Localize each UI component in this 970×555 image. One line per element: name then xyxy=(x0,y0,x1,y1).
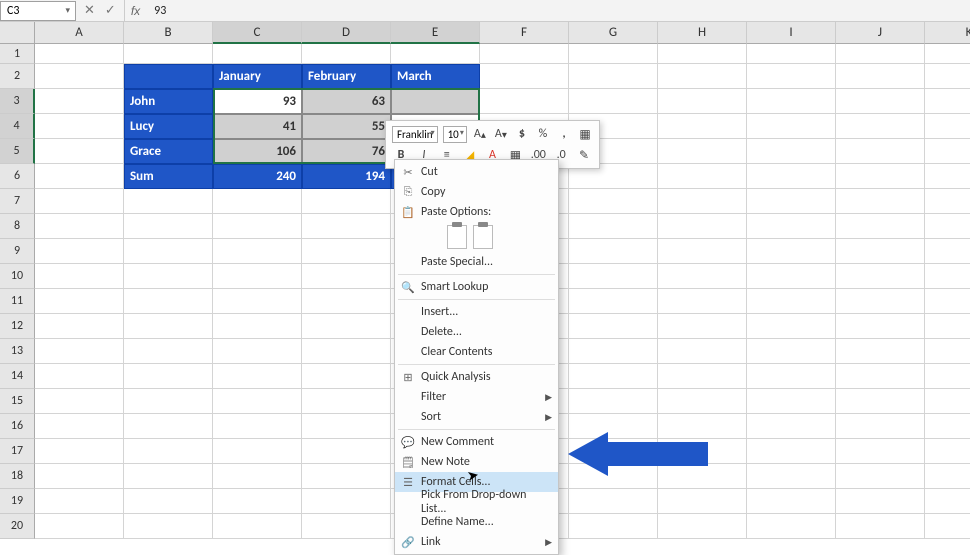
table-cell[interactable]: 93 xyxy=(213,89,302,114)
col-header-A[interactable]: A xyxy=(35,22,124,44)
decrease-font-icon[interactable]: A▾ xyxy=(493,125,509,143)
menu-insert[interactable]: Insert... xyxy=(395,302,558,322)
percent-icon[interactable]: % xyxy=(535,125,551,143)
menu-pick-from-list[interactable]: Pick From Drop-down List... xyxy=(395,492,558,512)
fx-icon[interactable]: fx xyxy=(125,4,146,18)
table-cell[interactable]: February xyxy=(302,64,391,89)
menu-copy[interactable]: ⎘Copy xyxy=(395,182,558,202)
chevron-right-icon: ▶ xyxy=(545,392,552,403)
row-header[interactable]: 2 xyxy=(0,64,35,89)
table-cell[interactable] xyxy=(391,89,480,114)
table-cell[interactable]: 194 xyxy=(302,164,391,189)
table-cell[interactable]: 106 xyxy=(213,139,302,164)
row-header[interactable]: 14 xyxy=(0,364,35,389)
callout-arrow xyxy=(568,432,708,476)
row-header[interactable]: 10 xyxy=(0,264,35,289)
menu-paste-special[interactable]: Paste Special... xyxy=(395,252,558,272)
chevron-right-icon: ▶ xyxy=(545,412,552,423)
table-cell[interactable]: 63 xyxy=(302,89,391,114)
paste-icon[interactable] xyxy=(447,225,467,249)
currency-icon[interactable]: $ xyxy=(514,125,530,143)
menu-define-name[interactable]: Define Name... xyxy=(395,512,558,532)
menu-sort[interactable]: Sort▶ xyxy=(395,407,558,427)
font-size-selector[interactable]: 10 xyxy=(443,126,467,143)
table-cell[interactable]: 55 xyxy=(302,114,391,139)
table-cell[interactable]: Sum xyxy=(124,164,213,189)
row-header[interactable]: 6 xyxy=(0,164,35,189)
menu-paste-options-label: 📋Paste Options: xyxy=(395,202,558,222)
note-icon: 🗒 xyxy=(400,456,416,469)
menu-quick-analysis[interactable]: ⊞Quick Analysis xyxy=(395,367,558,387)
formula-bar: C3 ✕ ✓ fx 93 xyxy=(0,0,970,22)
col-header-F[interactable]: F xyxy=(480,22,569,44)
menu-clear-contents[interactable]: Clear Contents xyxy=(395,342,558,362)
row-header[interactable]: 11 xyxy=(0,289,35,314)
menu-link[interactable]: 🔗Link▶ xyxy=(395,532,558,552)
row-header[interactable]: 4 xyxy=(0,114,35,139)
col-header-J[interactable]: J xyxy=(836,22,925,44)
formula-buttons: ✕ ✓ xyxy=(76,0,125,21)
row-header[interactable]: 15 xyxy=(0,389,35,414)
row-header[interactable]: 18 xyxy=(0,464,35,489)
context-menu: ✂Cut ⎘Copy 📋Paste Options: Paste Special… xyxy=(394,159,559,555)
table-cell[interactable]: Lucy xyxy=(124,114,213,139)
row-header[interactable]: 9 xyxy=(0,239,35,264)
row-header[interactable]: 19 xyxy=(0,489,35,514)
link-icon: 🔗 xyxy=(400,536,416,549)
row-header[interactable]: 12 xyxy=(0,314,35,339)
menu-cut[interactable]: ✂Cut xyxy=(395,162,558,182)
row-header[interactable]: 13 xyxy=(0,339,35,364)
row-header[interactable]: 3 xyxy=(0,89,35,114)
menu-paste-options[interactable] xyxy=(395,222,558,252)
row-header[interactable]: 1 xyxy=(0,44,35,64)
col-header-G[interactable]: G xyxy=(569,22,658,44)
format-painter-icon[interactable]: ✎ xyxy=(575,146,593,164)
increase-font-icon[interactable]: A▴ xyxy=(472,125,488,143)
table-cell[interactable]: January xyxy=(213,64,302,89)
font-selector[interactable]: Franklin xyxy=(392,126,438,143)
row-header[interactable]: 17 xyxy=(0,439,35,464)
format-icon: ☰ xyxy=(400,476,416,489)
menu-new-note[interactable]: 🗒New Note xyxy=(395,452,558,472)
table-cell[interactable]: Grace xyxy=(124,139,213,164)
row-header[interactable]: 8 xyxy=(0,214,35,239)
search-icon: 🔍 xyxy=(400,281,416,294)
table-cell[interactable]: 41 xyxy=(213,114,302,139)
row-header[interactable]: 20 xyxy=(0,514,35,539)
formula-input[interactable]: 93 xyxy=(146,2,970,20)
menu-smart-lookup[interactable]: 🔍Smart Lookup xyxy=(395,277,558,297)
select-all-corner[interactable] xyxy=(0,22,35,44)
row-header[interactable]: 7 xyxy=(0,189,35,214)
table-cell[interactable]: March xyxy=(391,64,480,89)
table-cell[interactable]: 76 xyxy=(302,139,391,164)
table-cell[interactable] xyxy=(124,64,213,89)
accept-icon[interactable]: ✓ xyxy=(105,3,116,18)
col-header-H[interactable]: H xyxy=(658,22,747,44)
row-headers: 1 2 3 4 5 6 7 8 9 10 11 12 13 14 15 16 1… xyxy=(0,44,35,539)
column-headers: A B C D E F G H I J K xyxy=(35,22,970,44)
comment-icon: 💬 xyxy=(400,436,416,449)
table-cell[interactable]: 240 xyxy=(213,164,302,189)
cancel-icon[interactable]: ✕ xyxy=(84,3,95,18)
copy-icon: ⎘ xyxy=(400,185,416,199)
col-header-E[interactable]: E xyxy=(391,22,480,44)
col-header-I[interactable]: I xyxy=(747,22,836,44)
table-cell[interactable]: John xyxy=(124,89,213,114)
menu-new-comment[interactable]: 💬New Comment xyxy=(395,432,558,452)
col-header-C[interactable]: C xyxy=(213,22,302,44)
col-header-K[interactable]: K xyxy=(925,22,970,44)
menu-filter[interactable]: Filter▶ xyxy=(395,387,558,407)
name-box[interactable]: C3 xyxy=(0,1,76,21)
col-header-D[interactable]: D xyxy=(302,22,391,44)
col-header-B[interactable]: B xyxy=(124,22,213,44)
scissors-icon: ✂ xyxy=(400,166,416,179)
table-icon[interactable]: ▦ xyxy=(577,125,593,143)
row-header[interactable]: 16 xyxy=(0,414,35,439)
comma-icon[interactable]: , xyxy=(556,125,572,143)
clipboard-icon: 📋 xyxy=(400,206,416,219)
paste-values-icon[interactable] xyxy=(473,225,493,249)
row-header[interactable]: 5 xyxy=(0,139,35,164)
menu-delete[interactable]: Delete... xyxy=(395,322,558,342)
analysis-icon: ⊞ xyxy=(400,371,416,384)
